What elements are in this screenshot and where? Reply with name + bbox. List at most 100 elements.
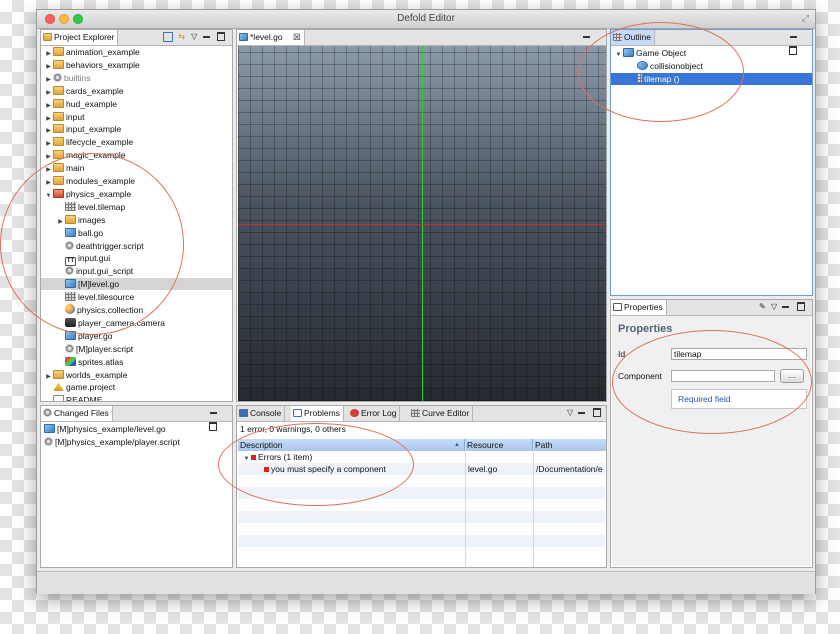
tab-error-log[interactable]: Error Log bbox=[348, 406, 401, 421]
view-menu-icon[interactable]: ▽ bbox=[567, 408, 573, 417]
folder-icon bbox=[53, 163, 64, 173]
tree-item-label: deathtrigger.script bbox=[76, 240, 144, 251]
tree-item[interactable]: ▶ hud_example bbox=[44, 98, 117, 110]
tree-item[interactable]: [M]level.go bbox=[41, 278, 232, 291]
tree-item[interactable]: TT input.gui bbox=[56, 252, 110, 267]
properties-pane: Properties ✎ ▽ Properties Id tilemap Com… bbox=[610, 299, 813, 568]
folder-icon bbox=[53, 47, 64, 56]
view-menu-icon[interactable]: ▽ bbox=[771, 302, 777, 311]
maximize-view-icon[interactable] bbox=[209, 422, 217, 432]
tree-item[interactable]: ▶ input bbox=[44, 111, 84, 123]
maximize-view-icon[interactable] bbox=[592, 408, 601, 418]
tree-item[interactable]: ▶ magic_example bbox=[44, 149, 126, 161]
view-menu-icon[interactable]: ▽ bbox=[191, 32, 197, 41]
collapse-arrow-icon[interactable]: ▼ bbox=[44, 190, 53, 202]
folder-icon bbox=[53, 98, 64, 108]
scene-viewport[interactable] bbox=[238, 46, 606, 401]
id-field[interactable]: tilemap bbox=[671, 348, 807, 360]
column-description[interactable]: Description ▲ bbox=[238, 439, 465, 451]
tree-item[interactable]: ▶ cards_example bbox=[44, 85, 124, 97]
tree-item-label: lifecycle_example bbox=[66, 137, 134, 148]
tree-item[interactable]: ▶ builtins bbox=[44, 72, 90, 84]
minimize-view-icon[interactable] bbox=[790, 35, 797, 38]
tree-item[interactable]: ▶ input_example bbox=[44, 123, 121, 135]
tree-item-label: player.go bbox=[78, 330, 113, 341]
table-row[interactable]: ▼ Errors (1 item) bbox=[238, 451, 605, 463]
collapse-all-icon[interactable] bbox=[163, 31, 173, 42]
minimize-view-icon[interactable] bbox=[578, 411, 586, 414]
tab-outline[interactable]: Outline bbox=[611, 30, 655, 45]
error-log-icon bbox=[350, 409, 359, 417]
tree-item[interactable]: ▶ worlds_example bbox=[44, 369, 127, 381]
tree-item[interactable]: input.gui_script bbox=[56, 265, 133, 277]
list-item[interactable]: [M]physics_example/player.script bbox=[44, 436, 180, 448]
tree-item[interactable]: player_camera.camera bbox=[56, 317, 165, 329]
gameobject-icon bbox=[65, 227, 76, 237]
tree-item-label: worlds_example bbox=[66, 369, 128, 380]
column-path[interactable]: Path bbox=[533, 439, 606, 451]
problems-icon bbox=[293, 409, 302, 417]
tree-item-label: level.tilemap bbox=[78, 201, 126, 212]
component-field[interactable] bbox=[671, 370, 775, 382]
outline-root[interactable]: ▼ Game Object bbox=[614, 47, 686, 59]
minimize-view-icon[interactable] bbox=[210, 411, 217, 414]
pin-icon[interactable]: ✎ bbox=[759, 302, 766, 311]
tree-item[interactable]: ▼ physics_example bbox=[44, 188, 131, 200]
tree-item[interactable]: deathtrigger.script bbox=[56, 240, 144, 252]
tree-item[interactable]: ▶ main bbox=[44, 162, 84, 174]
tree-item[interactable]: sprites.atlas bbox=[56, 356, 123, 368]
tree-item-label: input bbox=[66, 111, 85, 122]
tree-item[interactable]: physics.collection bbox=[56, 304, 143, 316]
tree-item[interactable]: game.project bbox=[44, 381, 115, 393]
outline-item-collisionobject[interactable]: collisionobject bbox=[637, 60, 703, 72]
minimize-view-icon[interactable] bbox=[782, 305, 790, 308]
tab-console[interactable]: Console bbox=[237, 406, 286, 421]
minimize-view-icon[interactable] bbox=[583, 35, 590, 38]
tab-project-explorer[interactable]: Project Explorer bbox=[41, 30, 119, 45]
tree-item[interactable]: ▶ modules_example bbox=[44, 175, 135, 187]
maximize-view-icon[interactable] bbox=[796, 302, 805, 312]
tree-item[interactable]: ball.go bbox=[56, 227, 103, 239]
changed-files-pane: Changed Files [M]physics_example/level.g… bbox=[40, 405, 233, 568]
fullscreen-icon[interactable]: ⤢ bbox=[802, 13, 809, 24]
tree-item[interactable]: player.go bbox=[56, 330, 113, 342]
table-row[interactable]: you must specify a component level.go /D… bbox=[238, 463, 605, 475]
tree-item[interactable]: level.tilemap bbox=[56, 201, 125, 213]
id-label: Id bbox=[618, 349, 626, 359]
column-resource[interactable]: Resource bbox=[465, 439, 533, 451]
tab-problems[interactable]: Problems bbox=[291, 406, 344, 421]
tree-item-label: modules_example bbox=[66, 176, 135, 186]
tree-item[interactable]: ▶ animation_example bbox=[44, 46, 140, 58]
document-icon bbox=[53, 395, 64, 401]
tree-item-label: [M]level.go bbox=[78, 279, 120, 290]
link-with-editor-icon[interactable]: ⇆ bbox=[178, 32, 185, 41]
tree-item[interactable]: [M]player.script bbox=[56, 343, 133, 355]
minimize-view-icon[interactable] bbox=[202, 35, 210, 38]
list-item[interactable]: [M]physics_example/level.go bbox=[44, 423, 166, 435]
editor-controls bbox=[580, 30, 606, 56]
tab-properties[interactable]: Properties bbox=[611, 300, 667, 315]
empty-row bbox=[238, 511, 605, 523]
tree-item[interactable]: ▶ behaviors_example bbox=[44, 59, 140, 71]
gear-icon bbox=[53, 72, 62, 82]
outline-icon bbox=[613, 33, 622, 41]
script-icon bbox=[65, 343, 74, 353]
tree-item-label: [M]player.script bbox=[76, 343, 134, 354]
tree-item[interactable]: README bbox=[44, 394, 102, 401]
maximize-view-icon[interactable] bbox=[216, 32, 225, 42]
browse-component-button[interactable]: ... bbox=[780, 369, 804, 383]
project-icon bbox=[53, 382, 64, 392]
tab-changed-files[interactable]: Changed Files bbox=[41, 406, 113, 421]
tab-level-go[interactable]: *level.go ☒ bbox=[237, 30, 305, 45]
maximize-view-icon[interactable] bbox=[789, 46, 797, 56]
expand-arrow-icon[interactable]: ▼ bbox=[614, 49, 623, 61]
close-tab-icon[interactable]: ☒ bbox=[293, 32, 301, 42]
folder-icon bbox=[53, 188, 64, 198]
tab-curve-editor[interactable]: Curve Editor bbox=[409, 406, 474, 421]
tree-item[interactable]: ▶ lifecycle_example bbox=[44, 136, 133, 148]
tree-item[interactable]: level.tilesource bbox=[56, 291, 134, 303]
required-field-message: Required field bbox=[671, 389, 807, 409]
tree-item[interactable]: ▶ images bbox=[56, 214, 105, 226]
outline-item-tilemap[interactable]: tilemap () bbox=[611, 73, 812, 85]
folder-icon bbox=[53, 150, 64, 160]
